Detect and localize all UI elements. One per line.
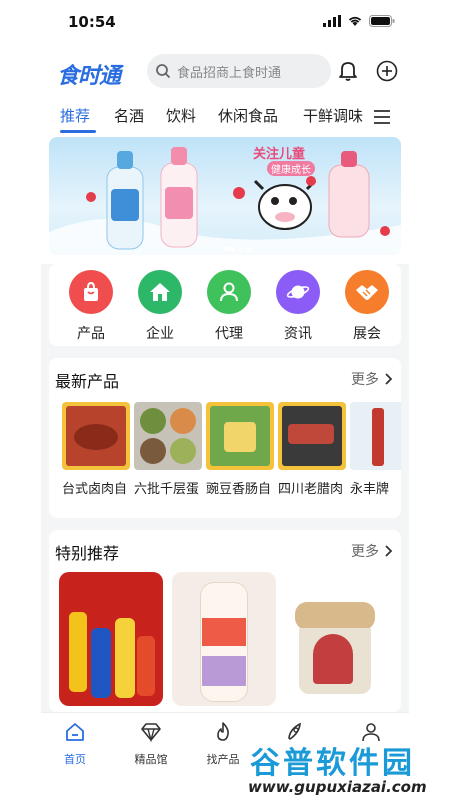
watermark-url: www.gupuxiazai.com [248, 778, 427, 796]
product-image [62, 402, 130, 470]
tabbar-label: 找产品 [206, 753, 240, 766]
category-news[interactable]: 资讯 [268, 270, 328, 343]
product-image [278, 402, 346, 470]
product-image [134, 402, 202, 470]
featured-card[interactable] [172, 572, 276, 706]
product-card[interactable]: 台式卤肉自 [62, 402, 130, 497]
featured-card[interactable] [59, 572, 163, 706]
product-name: 豌豆香肠自 [206, 482, 272, 497]
featured-section: 特别推荐 更多 [49, 530, 401, 712]
home-icon [66, 723, 84, 741]
tab-dried-seasoning[interactable]: 干鲜调味 [303, 105, 363, 126]
latest-products-section: 最新产品 更多 台式卤肉自 六批千层蛋 豌豆香肠自 四川老腊肉 永丰牌 [49, 358, 401, 518]
cow-mascot [253, 179, 317, 230]
product-card[interactable]: 六批千层蛋 [134, 402, 202, 497]
section-title: 最新产品 [55, 372, 120, 391]
tabbar-home[interactable]: 首页 [45, 721, 105, 767]
category-products[interactable]: 产品 [61, 270, 121, 343]
category-label: 资讯 [284, 326, 312, 342]
category-label: 企业 [146, 326, 174, 342]
search-icon [156, 64, 171, 79]
category-label: 产品 [77, 326, 105, 342]
bottle-blue [106, 151, 144, 250]
status-bar: 10:54 [41, 0, 409, 44]
featured-more-link[interactable]: 更多 [351, 541, 393, 561]
search-placeholder: 食品招商上食时通 [177, 65, 282, 81]
banner-pagination [225, 247, 251, 251]
product-name: 六批千层蛋 [134, 482, 200, 497]
quick-categories: 产品 企业 代理 资讯 展会 [49, 264, 401, 346]
battery-icon [369, 15, 395, 27]
add-icon[interactable] [376, 60, 398, 82]
chevron-right-icon [385, 545, 393, 557]
status-time: 10:54 [68, 13, 116, 31]
category-agents[interactable]: 代理 [199, 270, 259, 343]
category-label: 展会 [353, 326, 381, 342]
product-image [350, 402, 401, 470]
tab-drinks[interactable]: 饮料 [166, 105, 196, 126]
wifi-icon [348, 16, 362, 26]
more-label: 更多 [351, 372, 379, 388]
product-name: 永丰牌 [350, 482, 390, 497]
promo-banner[interactable]: 关注儿童 健康成长 [49, 137, 401, 255]
planet-icon [276, 270, 320, 314]
tabbar-find-products[interactable]: 找产品 [193, 721, 253, 767]
product-name: 台式卤肉自 [62, 482, 128, 497]
tabbar-label: 首页 [64, 753, 86, 766]
banner-headline: 关注儿童 [253, 147, 306, 162]
chevron-right-icon [385, 373, 393, 385]
bottle-pink [160, 147, 198, 248]
category-label: 代理 [215, 326, 243, 342]
product-card[interactable]: 永丰牌 [350, 402, 401, 497]
person-icon [207, 270, 251, 314]
search-input[interactable]: 食品招商上食时通 [147, 54, 331, 88]
tab-snacks[interactable]: 休闲食品 [218, 105, 278, 126]
tab-strip: 推荐 名酒 饮料 休闲食品 干鲜调味 [41, 100, 363, 134]
app-logo: 食时通 [57, 64, 121, 89]
tab-liquor[interactable]: 名酒 [114, 105, 144, 126]
flame-icon [217, 722, 229, 741]
menu-icon[interactable] [373, 109, 391, 125]
product-name: 四川老腊肉 [278, 482, 344, 497]
banner-subline: 健康成长 [267, 161, 315, 176]
product-card[interactable]: 四川老腊肉 [278, 402, 346, 497]
watermark-title: 谷普软件园 [250, 746, 415, 781]
site-watermark: 谷普软件园 www.gupuxiazai.com [246, 738, 450, 800]
tab-recommend[interactable]: 推荐 [60, 105, 90, 126]
banner-artwork [49, 147, 401, 255]
product-card[interactable]: 豌豆香肠自 [206, 402, 274, 497]
category-companies[interactable]: 企业 [130, 270, 190, 343]
home-icon [138, 270, 182, 314]
category-tabs: 推荐 名酒 饮料 休闲食品 干鲜调味 [41, 100, 409, 134]
product-image [206, 402, 274, 470]
status-icons [323, 15, 395, 27]
signal-icon [323, 15, 341, 27]
handshake-icon [345, 270, 389, 314]
shopping-bag-icon [69, 270, 113, 314]
more-label: 更多 [351, 544, 379, 560]
tabbar-label: 精品馆 [134, 753, 168, 766]
featured-card[interactable] [285, 572, 389, 706]
section-title: 特别推荐 [55, 544, 120, 563]
diamond-icon [141, 723, 161, 743]
category-expo[interactable]: 展会 [337, 270, 397, 343]
active-tab-indicator [60, 130, 96, 133]
bottle-right [328, 151, 370, 238]
app-screen: 10:54 食时通 食品招商上食时通 推荐 名酒 饮料 休闲食品 干鲜调味 关注… [41, 0, 409, 800]
bell-icon[interactable] [338, 60, 358, 82]
header: 食时通 食品招商上食时通 [41, 44, 409, 100]
tabbar-premium[interactable]: 精品馆 [121, 721, 181, 767]
latest-more-link[interactable]: 更多 [351, 369, 393, 389]
